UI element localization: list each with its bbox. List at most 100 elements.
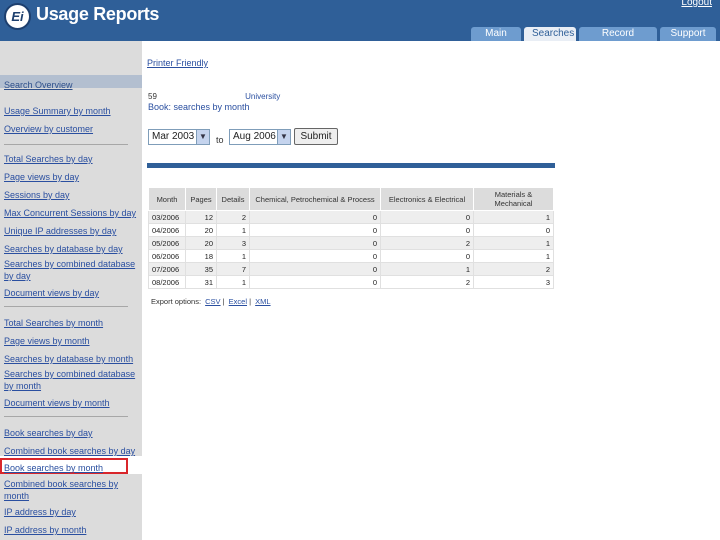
sidebar-heading[interactable]: Search Overview [0,75,142,90]
app-title: Usage Reports [36,4,160,24]
column-header-materials: Materials & Mechanical [473,187,554,211]
table-header-row: Month Pages Details Chemical, Petrochemi… [148,187,554,211]
column-header-electronics: Electronics & Electrical [380,187,474,211]
sidebar-divider [4,306,128,307]
cell-pages: 31 [185,275,217,289]
cell-month: 04/2006 [148,223,186,237]
sidebar-item-document-views-day[interactable]: Document views by day [4,287,140,299]
report-title: Book: searches by month [148,102,250,112]
sidebar-item-searches-combined-db-month[interactable]: Searches by combined database by month [4,368,140,392]
table-row: 05/2006 20 3 0 2 1 [148,236,554,250]
column-header-pages: Pages [185,187,217,211]
cell-materials: 1 [473,236,554,250]
cell-chemical: 0 [249,275,381,289]
cell-details: 1 [216,223,250,237]
app-header: Ei Usage Reports Logout Main Searches Re… [0,0,720,53]
cell-details: 7 [216,262,250,276]
tab-searches[interactable]: Searches [524,27,576,41]
sidebar-divider [4,416,128,417]
table-row: 04/2006 20 1 0 0 0 [148,223,554,237]
tab-support[interactable]: Support [660,27,716,41]
column-header-details: Details [216,187,250,211]
from-month-select[interactable]: Mar 2003 ▼ [148,129,210,145]
sidebar-edge [142,41,146,540]
sidebar-item-usage-summary[interactable]: Usage Summary by month [4,105,140,117]
cell-materials: 1 [473,249,554,263]
cell-chemical: 0 [249,236,381,250]
cell-electronics: 0 [380,249,474,263]
cell-chemical: 0 [249,223,381,237]
cell-details: 3 [216,236,250,250]
printer-friendly-link[interactable]: Printer Friendly [147,58,208,68]
sidebar-item-overview-by-customer[interactable]: Overview by customer [4,123,140,135]
cell-month: 03/2006 [148,210,186,224]
cell-materials: 3 [473,275,554,289]
export-excel-link[interactable]: Excel [229,297,247,306]
export-options: Export options: CSV | Excel | XML [151,297,271,306]
table-row: 03/2006 12 2 0 0 1 [148,210,554,224]
from-month-value: Mar 2003 [152,131,195,142]
cell-pages: 12 [185,210,217,224]
cell-month: 08/2006 [148,275,186,289]
export-csv-link[interactable]: CSV [205,297,220,306]
cell-month: 06/2006 [148,249,186,263]
export-label: Export options: [151,297,202,306]
institution-line: 59 University [148,92,280,101]
sidebar-item-max-sessions-day[interactable]: Max Concurrent Sessions by day [4,207,140,219]
column-header-chemical: Chemical, Petrochemical & Process [249,187,381,211]
cell-materials: 1 [473,210,554,224]
sidebar-item-unique-ip-day[interactable]: Unique IP addresses by day [4,225,140,237]
ei-logo: Ei [4,3,31,30]
to-label: to [216,135,224,145]
main-tabs: Main Searches Record Description Support [471,27,716,53]
cell-materials: 2 [473,262,554,276]
logout-link[interactable]: Logout [681,0,712,8]
sidebar-item-book-searches-month[interactable]: Book searches by month [4,462,140,474]
cell-chemical: 0 [249,249,381,263]
institution-name: University [245,92,281,101]
tab-main[interactable]: Main [471,27,521,41]
cell-electronics: 0 [380,223,474,237]
sidebar-item-total-searches-month[interactable]: Total Searches by month [4,317,140,329]
sidebar-item-book-searches-day[interactable]: Book searches by day [4,427,140,439]
sidebar-item-page-views-day[interactable]: Page views by day [4,171,140,183]
to-month-value: Aug 2006 [233,131,276,142]
sidebar-item-searches-db-day[interactable]: Searches by database by day [4,243,140,255]
submit-button[interactable]: Submit [294,128,338,145]
to-month-select[interactable]: Aug 2006 ▼ [229,129,291,145]
export-xml-link[interactable]: XML [255,297,270,306]
cell-electronics: 2 [380,236,474,250]
cell-materials: 0 [473,223,554,237]
cell-pages: 18 [185,249,217,263]
sidebar-item-ip-address-day[interactable]: IP address by day [4,506,140,518]
sidebar-item-combined-book-searches-month[interactable]: Combined book searches by month [4,478,140,502]
cell-pages: 35 [185,262,217,276]
table-row: 08/2006 31 1 0 2 3 [148,275,554,289]
sidebar-item-sessions-day[interactable]: Sessions by day [4,189,140,201]
sidebar-divider [4,144,128,145]
cell-details: 2 [216,210,250,224]
cell-pages: 20 [185,236,217,250]
sidebar-item-searches-combined-db-day[interactable]: Searches by combined database by day [4,258,140,282]
tab-record-description[interactable]: Record Description [579,27,657,53]
section-divider-bar [147,163,555,168]
cell-electronics: 2 [380,275,474,289]
usage-table: Month Pages Details Chemical, Petrochemi… [148,187,554,289]
sidebar-item-page-views-month[interactable]: Page views by month [4,335,140,347]
cell-chemical: 0 [249,210,381,224]
cell-details: 1 [216,275,250,289]
account-id: 59 [148,92,157,101]
cell-pages: 20 [185,223,217,237]
column-header-month: Month [148,187,186,211]
sidebar-item-total-searches-day[interactable]: Total Searches by day [4,153,140,165]
cell-chemical: 0 [249,262,381,276]
sidebar-item-ip-address-month[interactable]: IP address by month [4,524,140,536]
table-row: 06/2006 18 1 0 0 1 [148,249,554,263]
cell-details: 1 [216,249,250,263]
chevron-down-icon[interactable]: ▼ [196,130,209,144]
sidebar-item-searches-db-month[interactable]: Searches by database by month [4,353,140,365]
sidebar-item-document-views-month[interactable]: Document views by month [4,397,140,409]
table-row: 07/2006 35 7 0 1 2 [148,262,554,276]
chevron-down-icon[interactable]: ▼ [277,130,290,144]
cell-electronics: 1 [380,262,474,276]
